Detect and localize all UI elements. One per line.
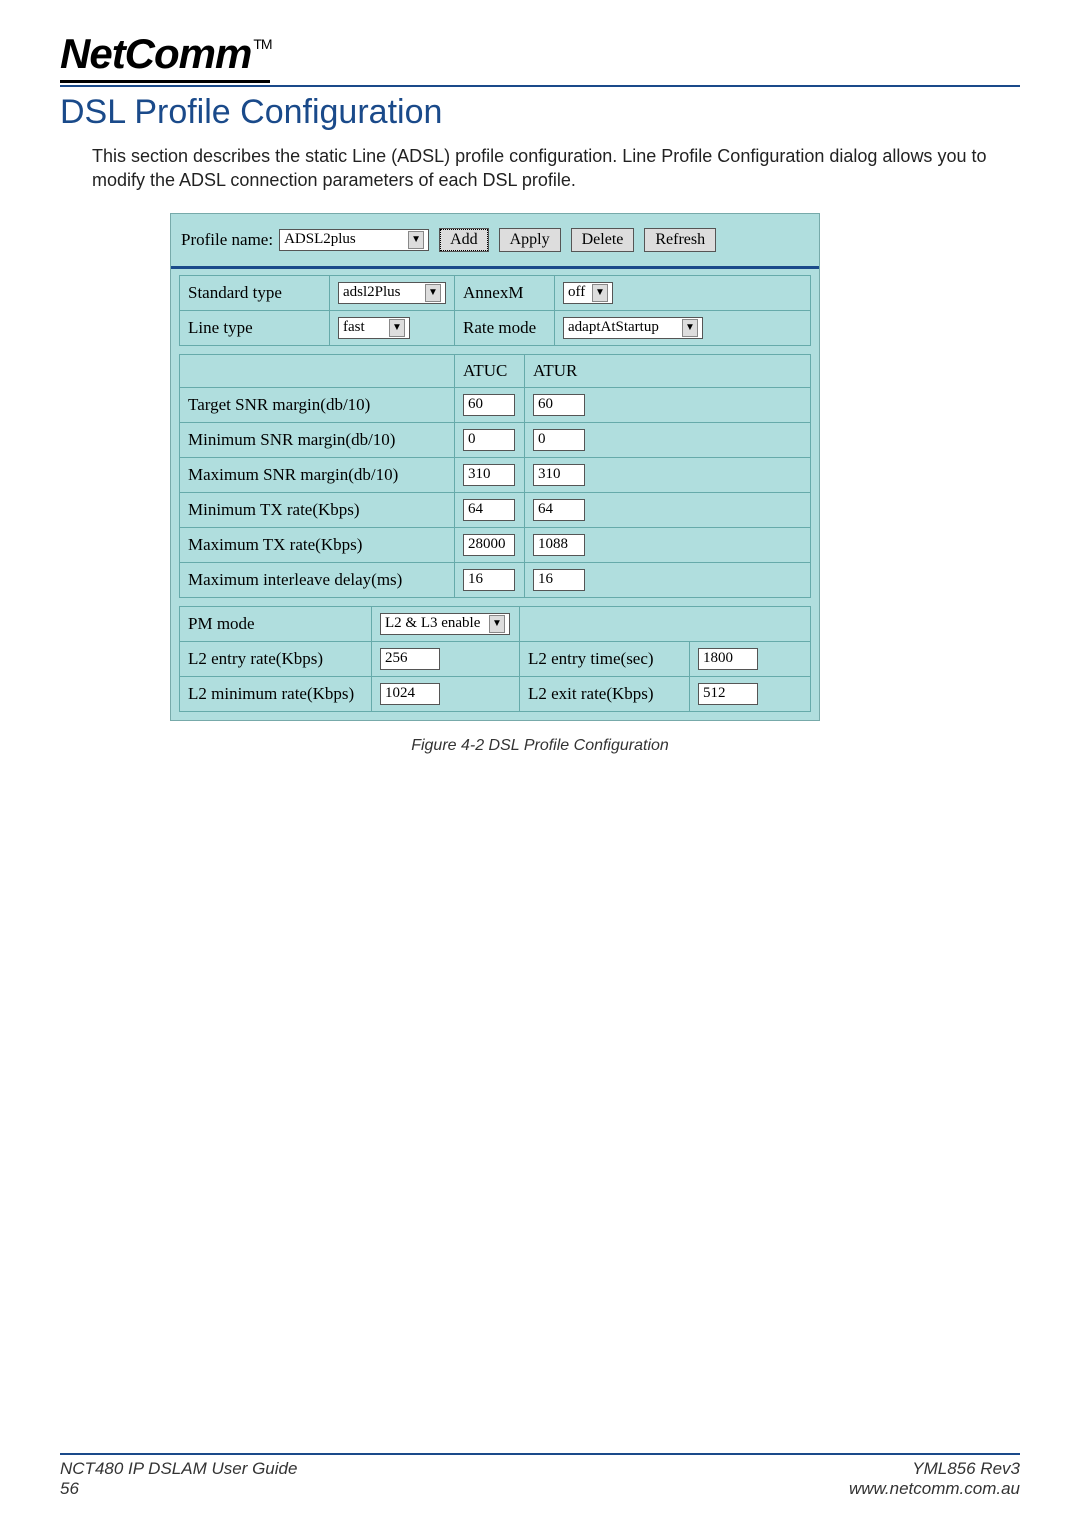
- line-type-value: fast: [343, 319, 365, 336]
- snr-row-label: Minimum TX rate(Kbps): [180, 493, 455, 527]
- atuc-header: ATUC: [455, 355, 525, 387]
- add-button[interactable]: Add: [439, 228, 489, 252]
- snr-row-label: Maximum TX rate(Kbps): [180, 528, 455, 562]
- logo-text: NetComm: [60, 30, 251, 77]
- chevron-down-icon: ▼: [425, 284, 441, 302]
- profile-name-label: Profile name:: [181, 230, 273, 250]
- intro-text: This section describes the static Line (…: [92, 144, 1020, 193]
- pm-empty: [520, 607, 810, 641]
- chevron-down-icon: ▼: [489, 615, 505, 633]
- dsl-profile-dialog: Profile name: ADSL2plus ▼ Add Apply Dele…: [170, 213, 820, 721]
- snr-row: Target SNR margin(db/10): [180, 388, 810, 423]
- snr-row: Maximum TX rate(Kbps): [180, 528, 810, 563]
- footer-page: 56: [60, 1479, 297, 1499]
- upper-grid: Standard type adsl2Plus ▼ AnnexM off ▼ L…: [179, 275, 811, 346]
- pm-mode-label: PM mode: [180, 607, 372, 641]
- pm-mode-select[interactable]: L2 & L3 enable ▼: [380, 613, 510, 635]
- chevron-down-icon: ▼: [389, 319, 405, 337]
- snr-atuc-input[interactable]: [463, 569, 515, 591]
- divider-top: [60, 85, 1020, 87]
- snr-grid: ATUC ATUR Target SNR margin(db/10)Minimu…: [179, 354, 811, 598]
- l2-exit-rate-input[interactable]: [698, 683, 758, 705]
- refresh-button[interactable]: Refresh: [644, 228, 716, 252]
- rate-mode-label: Rate mode: [455, 311, 555, 345]
- footer-rev: YML856 Rev3: [849, 1459, 1020, 1479]
- standard-type-select[interactable]: adsl2Plus ▼: [338, 282, 446, 304]
- l2-entry-time-label: L2 entry time(sec): [520, 642, 690, 676]
- snr-atuc-input[interactable]: [463, 394, 515, 416]
- rate-mode-value: adaptAtStartup: [568, 319, 659, 336]
- snr-row: Minimum SNR margin(db/10): [180, 423, 810, 458]
- l2-exit-rate-label: L2 exit rate(Kbps): [520, 677, 690, 711]
- footer-guide: NCT480 IP DSLAM User Guide: [60, 1459, 297, 1479]
- logo-tm: TM: [253, 36, 271, 52]
- logo: NetCommTM: [60, 30, 1020, 83]
- snr-atuc-input[interactable]: [463, 499, 515, 521]
- snr-atur-input[interactable]: [533, 534, 585, 556]
- snr-row: Maximum interleave delay(ms): [180, 563, 810, 597]
- profile-name-select[interactable]: ADSL2plus ▼: [279, 229, 429, 251]
- chevron-down-icon: ▼: [408, 231, 424, 249]
- apply-button[interactable]: Apply: [499, 228, 561, 252]
- atur-header: ATUR: [525, 355, 810, 387]
- snr-atur-input[interactable]: [533, 499, 585, 521]
- snr-atur-input[interactable]: [533, 394, 585, 416]
- snr-atur-input[interactable]: [533, 569, 585, 591]
- snr-empty-header: [180, 355, 455, 387]
- standard-type-value: adsl2Plus: [343, 284, 401, 301]
- annexm-select[interactable]: off ▼: [563, 282, 613, 304]
- annexm-value: off: [568, 284, 585, 301]
- snr-atuc-input[interactable]: [463, 534, 515, 556]
- footer-url: www.netcomm.com.au: [849, 1479, 1020, 1499]
- l2-min-rate-input[interactable]: [380, 683, 440, 705]
- profile-name-value: ADSL2plus: [284, 231, 356, 248]
- line-type-label: Line type: [180, 311, 330, 345]
- standard-type-label: Standard type: [180, 276, 330, 310]
- pm-mode-value: L2 & L3 enable: [385, 615, 480, 632]
- line-type-select[interactable]: fast ▼: [338, 317, 410, 339]
- l2-entry-time-input[interactable]: [698, 648, 758, 670]
- page-footer: NCT480 IP DSLAM User Guide 56 YML856 Rev…: [60, 1453, 1020, 1499]
- snr-atur-input[interactable]: [533, 464, 585, 486]
- figure-caption: Figure 4-2 DSL Profile Configuration: [60, 737, 1020, 755]
- l2-entry-rate-label: L2 entry rate(Kbps): [180, 642, 372, 676]
- chevron-down-icon: ▼: [592, 284, 608, 302]
- snr-row-label: Minimum SNR margin(db/10): [180, 423, 455, 457]
- snr-row: Maximum SNR margin(db/10): [180, 458, 810, 493]
- snr-atur-input[interactable]: [533, 429, 585, 451]
- delete-button[interactable]: Delete: [571, 228, 635, 252]
- rate-mode-select[interactable]: adaptAtStartup ▼: [563, 317, 703, 339]
- snr-atuc-input[interactable]: [463, 429, 515, 451]
- l2-entry-rate-input[interactable]: [380, 648, 440, 670]
- page-title: DSL Profile Configuration: [60, 93, 1020, 132]
- snr-row-label: Target SNR margin(db/10): [180, 388, 455, 422]
- pm-grid: PM mode L2 & L3 enable ▼ L2 entry rate(K…: [179, 606, 811, 712]
- l2-min-rate-label: L2 minimum rate(Kbps): [180, 677, 372, 711]
- annexm-label: AnnexM: [455, 276, 555, 310]
- snr-row-label: Maximum interleave delay(ms): [180, 563, 455, 597]
- snr-row-label: Maximum SNR margin(db/10): [180, 458, 455, 492]
- toolbar-row: Profile name: ADSL2plus ▼ Add Apply Dele…: [171, 214, 819, 269]
- snr-row: Minimum TX rate(Kbps): [180, 493, 810, 528]
- snr-atuc-input[interactable]: [463, 464, 515, 486]
- chevron-down-icon: ▼: [682, 319, 698, 337]
